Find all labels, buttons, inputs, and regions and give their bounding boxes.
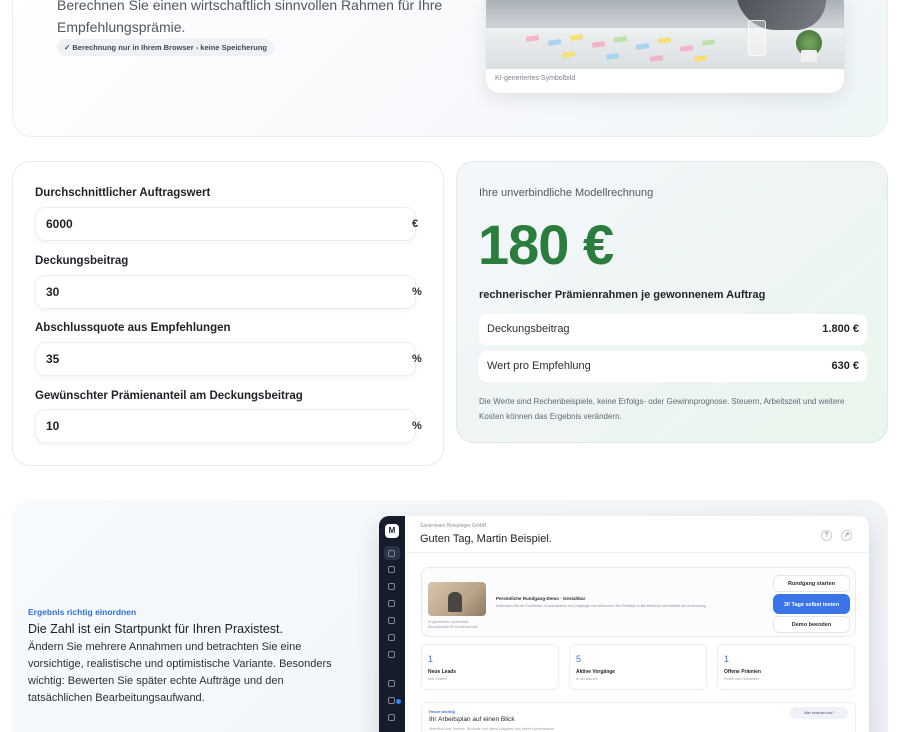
tour-title: Persönliche Rundgang-Demo · Gestaltbar bbox=[496, 596, 586, 601]
hero-image-card: KI-generiertes Symbolbild bbox=[486, 0, 844, 93]
row-value: 630 € bbox=[831, 360, 859, 372]
image-caption: KI-generiertes Symbolbild bbox=[495, 75, 576, 82]
row-label: Deckungsbeitrag bbox=[487, 323, 570, 335]
stat-card-leads[interactable]: 1 Neue Leads Seit Gestern bbox=[421, 644, 559, 690]
info-pill-button[interactable]: Was bedeutet das? bbox=[790, 707, 848, 719]
stat-sub: Seit Gestern bbox=[428, 677, 448, 681]
tour-description: Entdecken Sie die Funktionen, Kundenstam… bbox=[496, 604, 707, 608]
end-demo-button[interactable]: Demo beenden bbox=[773, 616, 850, 633]
work-plan-card: Heute wichtig Ihr Arbeitsplan auf einen … bbox=[421, 702, 856, 732]
row-label: Wert pro Empfehlung bbox=[487, 360, 591, 372]
stat-sub: In der Bauzeit bbox=[576, 677, 598, 681]
disclaimer-note: Die Werte sind Rechenbeispiele, keine Er… bbox=[479, 397, 845, 421]
closing-rate-input[interactable] bbox=[35, 342, 416, 376]
app-preview: M Sanierteam Beispieger GmbH Guten Tag, … bbox=[379, 516, 869, 732]
stat-sub: Prüfen oder auszahlen bbox=[724, 677, 760, 681]
row-value: 1.800 € bbox=[822, 323, 859, 335]
stat-card-bonuses[interactable]: 1 Offene Prämien Prüfen oder auszahlen bbox=[717, 644, 855, 690]
filter-icon[interactable] bbox=[388, 600, 395, 607]
home-icon[interactable] bbox=[388, 550, 395, 557]
order-value-input[interactable] bbox=[35, 207, 416, 241]
result-subtitle: rechnerischer Prämienrahmen je gewonnene… bbox=[479, 289, 766, 301]
bonus-share-input[interactable] bbox=[35, 409, 416, 443]
stat-card-processes[interactable]: 5 Aktive Vorgänge In der Bauzeit bbox=[569, 644, 707, 690]
company-name: Sanierteam Beispieger GmbH bbox=[420, 523, 487, 529]
users-icon[interactable] bbox=[388, 583, 395, 590]
calculator-form: Durchschnittlicher Auftragswert € Deckun… bbox=[12, 161, 444, 466]
greeting: Guten Tag, Martin Beispiel. bbox=[420, 533, 552, 545]
calendar-icon[interactable] bbox=[388, 617, 395, 624]
contribution-margin-input[interactable] bbox=[35, 275, 416, 309]
app-logo: M bbox=[385, 524, 399, 538]
section-title: Die Zahl ist ein Startpunkt für Ihren Pr… bbox=[28, 622, 283, 636]
notification-badge bbox=[396, 699, 401, 704]
result-row-contribution: Deckungsbeitrag 1.800 € bbox=[479, 314, 867, 345]
plan-description: Überblick über Termine, Rückrufe und off… bbox=[429, 727, 556, 731]
plan-eyebrow: Heute wichtig bbox=[429, 709, 456, 714]
stat-label: Aktive Vorgänge bbox=[576, 669, 616, 675]
stat-label: Offene Prämien bbox=[724, 669, 761, 675]
tour-panel: KI-generiertes Symbolbild, Beispielinhal… bbox=[421, 567, 856, 637]
unit-euro: € bbox=[412, 218, 419, 230]
field-label-bonus-share: Gewünschter Prämienanteil am Deckungsbei… bbox=[35, 390, 303, 402]
result-card: Ihre unverbindliche Modellrechnung 180 €… bbox=[456, 161, 888, 443]
help-icon[interactable]: ? bbox=[821, 530, 832, 541]
result-intro: Ihre unverbindliche Modellrechnung bbox=[479, 187, 654, 199]
tour-image bbox=[428, 582, 486, 616]
field-label-contribution-margin: Deckungsbeitrag bbox=[35, 255, 129, 267]
trial-button[interactable]: 30 Tage selbst testen bbox=[773, 594, 850, 614]
app-sidebar: M bbox=[379, 516, 405, 732]
section-body: Ändern Sie mehrere Annahmen und betracht… bbox=[28, 641, 332, 704]
hero-text: Berechnen Sie einen wirtschaftlich sinnv… bbox=[57, 0, 443, 35]
result-amount: 180 € bbox=[478, 213, 614, 276]
unit-percent: % bbox=[412, 286, 422, 298]
plan-title: Ihr Arbeitsplan auf einen Blick bbox=[429, 716, 515, 723]
stat-label: Neue Leads bbox=[428, 669, 457, 675]
hero-image bbox=[486, 0, 844, 69]
section-eyebrow: Ergebnis richtig einordnen bbox=[28, 607, 137, 617]
result-row-referral-value: Wert pro Empfehlung 630 € bbox=[479, 351, 867, 382]
location-icon[interactable] bbox=[388, 651, 395, 658]
external-link-icon[interactable]: ↗ bbox=[841, 530, 852, 541]
privacy-badge: ✓ Berechnung nur in Ihrem Browser - kein… bbox=[57, 39, 274, 56]
stat-number: 1 bbox=[428, 654, 434, 664]
share-icon[interactable] bbox=[388, 680, 395, 687]
unit-percent: % bbox=[412, 420, 422, 432]
header-divider bbox=[405, 552, 869, 553]
notification-icon[interactable] bbox=[388, 697, 395, 704]
field-label-order-value: Durchschnittlicher Auftragswert bbox=[35, 187, 211, 199]
book-icon[interactable] bbox=[388, 714, 395, 721]
unit-percent: % bbox=[412, 353, 422, 365]
stat-number: 1 bbox=[724, 654, 730, 664]
field-label-closing-rate: Abschlussquote aus Empfehlungen bbox=[35, 322, 231, 334]
start-tour-button[interactable]: Rundgang starten bbox=[773, 575, 850, 592]
tour-image-caption: KI-generiertes Symbolbild, Beispielinhal… bbox=[428, 620, 479, 629]
stat-number: 5 bbox=[576, 654, 582, 664]
search-icon[interactable] bbox=[388, 566, 395, 573]
document-icon[interactable] bbox=[388, 634, 395, 641]
